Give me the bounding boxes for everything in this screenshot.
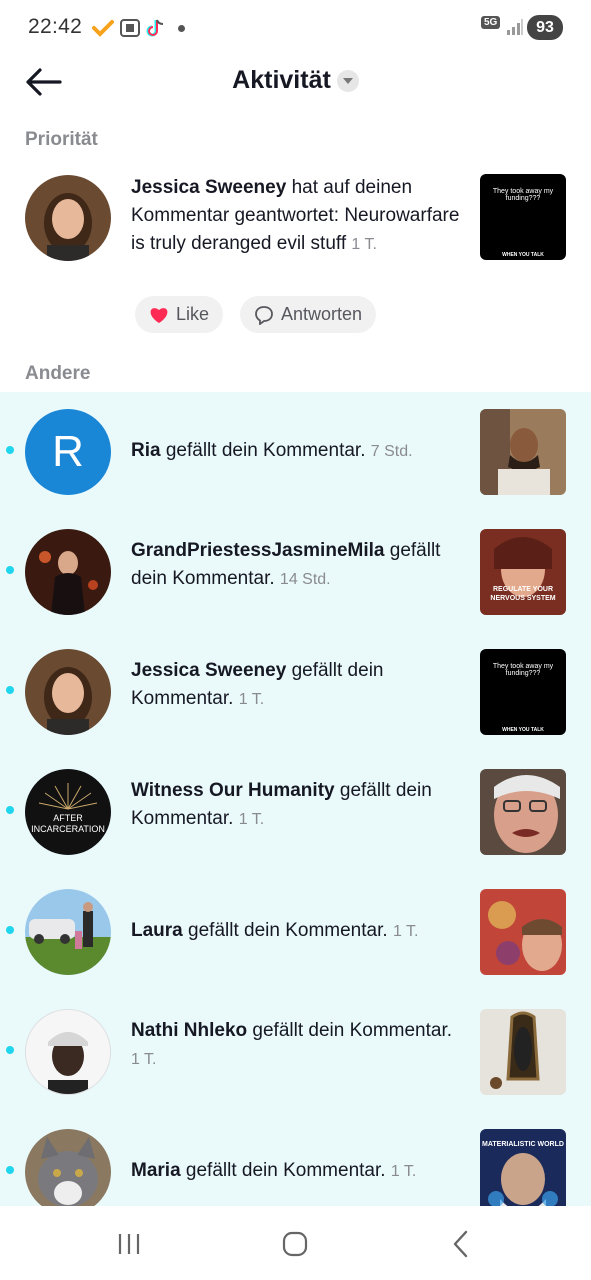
timestamp: 1 T. [131, 1051, 157, 1068]
chevron-down-icon[interactable] [336, 69, 359, 92]
list-item[interactable]: GrandPriestessJasmineMila gefällt dein K… [0, 512, 591, 632]
section-label-others: Andere [25, 363, 91, 384]
avatar[interactable] [25, 1009, 111, 1095]
avatar[interactable] [25, 175, 111, 261]
unread-indicator [6, 566, 14, 574]
username[interactable]: Nathi Nhleko [131, 1020, 247, 1041]
username[interactable]: Ria [131, 440, 161, 461]
timestamp: 1 T. [238, 811, 265, 828]
avatar[interactable] [25, 529, 111, 615]
more-notifications-dot [178, 25, 185, 32]
avatar[interactable]: R [25, 409, 111, 495]
unread-indicator [6, 806, 14, 814]
priority-notification-text[interactable]: Jessica Sweeney hat auf deinen Kommentar… [131, 174, 466, 259]
video-thumbnail[interactable]: MATERIALISTIC WORLD [480, 1129, 566, 1215]
video-thumbnail[interactable] [480, 889, 566, 975]
timestamp: 1 T. [392, 923, 419, 940]
unread-indicator [6, 926, 14, 934]
battery-indicator: 93 [527, 15, 563, 40]
unread-indicator [6, 1166, 14, 1174]
username[interactable]: Maria [131, 1160, 181, 1181]
status-time: 22:42 [28, 15, 83, 38]
video-thumbnail[interactable]: They took away my funding??? WHEN YOU TA… [480, 649, 566, 735]
header: Aktivität [0, 56, 591, 112]
screenshot-icon [119, 17, 141, 39]
username[interactable]: Jessica Sweeney [131, 660, 286, 681]
network-type-badge: 5G [481, 16, 501, 29]
recent-apps-button[interactable] [104, 1226, 154, 1262]
timestamp: 1 T. [390, 1163, 417, 1180]
video-thumbnail[interactable]: REGULATE YOUR NERVOUS SYSTEM [480, 529, 566, 615]
notification-list: R Ria gefällt dein Kommentar. 7 Std. Gra… [0, 392, 591, 1215]
comment-icon [254, 305, 274, 325]
home-icon [282, 1231, 308, 1257]
username[interactable]: Witness Our Humanity [131, 780, 335, 801]
username[interactable]: Laura [131, 920, 183, 941]
avatar[interactable] [25, 1129, 111, 1215]
unread-indicator [6, 446, 14, 454]
tiktok-icon [144, 17, 166, 39]
status-bar: 22:42 5G 93 [0, 0, 591, 56]
system-nav-bar [0, 1206, 591, 1280]
list-item[interactable]: AFTER INCARCERATION Witness Our Humanity… [0, 752, 591, 872]
recent-apps-icon [118, 1234, 140, 1254]
list-item[interactable]: Nathi Nhleko gefällt dein Kommentar. 1 T… [0, 992, 591, 1112]
app-notification-icon [92, 17, 114, 39]
home-button[interactable] [270, 1226, 320, 1262]
list-item[interactable]: R Ria gefällt dein Kommentar. 7 Std. [0, 392, 591, 512]
list-item[interactable]: Laura gefällt dein Kommentar. 1 T. [0, 872, 591, 992]
timestamp: 1 T. [238, 691, 265, 708]
video-thumbnail[interactable] [480, 409, 566, 495]
timestamp: 14 Std. [279, 571, 331, 588]
chevron-left-icon [453, 1230, 468, 1258]
avatar[interactable] [25, 649, 111, 735]
heart-icon [149, 306, 169, 324]
timestamp: 1 T. [351, 236, 377, 253]
username[interactable]: Jessica Sweeney [131, 177, 286, 198]
unread-indicator [6, 686, 14, 694]
avatar[interactable]: AFTER INCARCERATION [25, 769, 111, 855]
section-label-priority: Priorität [25, 129, 98, 150]
system-back-button[interactable] [436, 1226, 486, 1262]
reply-button[interactable]: Antworten [240, 296, 377, 333]
list-item[interactable]: Jessica Sweeney gefällt dein Kommentar. … [0, 632, 591, 752]
unread-indicator [6, 1046, 14, 1054]
avatar[interactable] [25, 889, 111, 975]
video-thumbnail[interactable]: They took away my funding??? WHEN YOU TA… [480, 174, 566, 260]
video-thumbnail[interactable] [480, 769, 566, 855]
username[interactable]: GrandPriestessJasmineMila [131, 540, 384, 561]
video-thumbnail[interactable] [480, 1009, 566, 1095]
page-title[interactable]: Aktivität [232, 66, 331, 94]
like-button[interactable]: Like [135, 296, 224, 333]
timestamp: 7 Std. [370, 443, 413, 460]
signal-icon [506, 18, 524, 41]
